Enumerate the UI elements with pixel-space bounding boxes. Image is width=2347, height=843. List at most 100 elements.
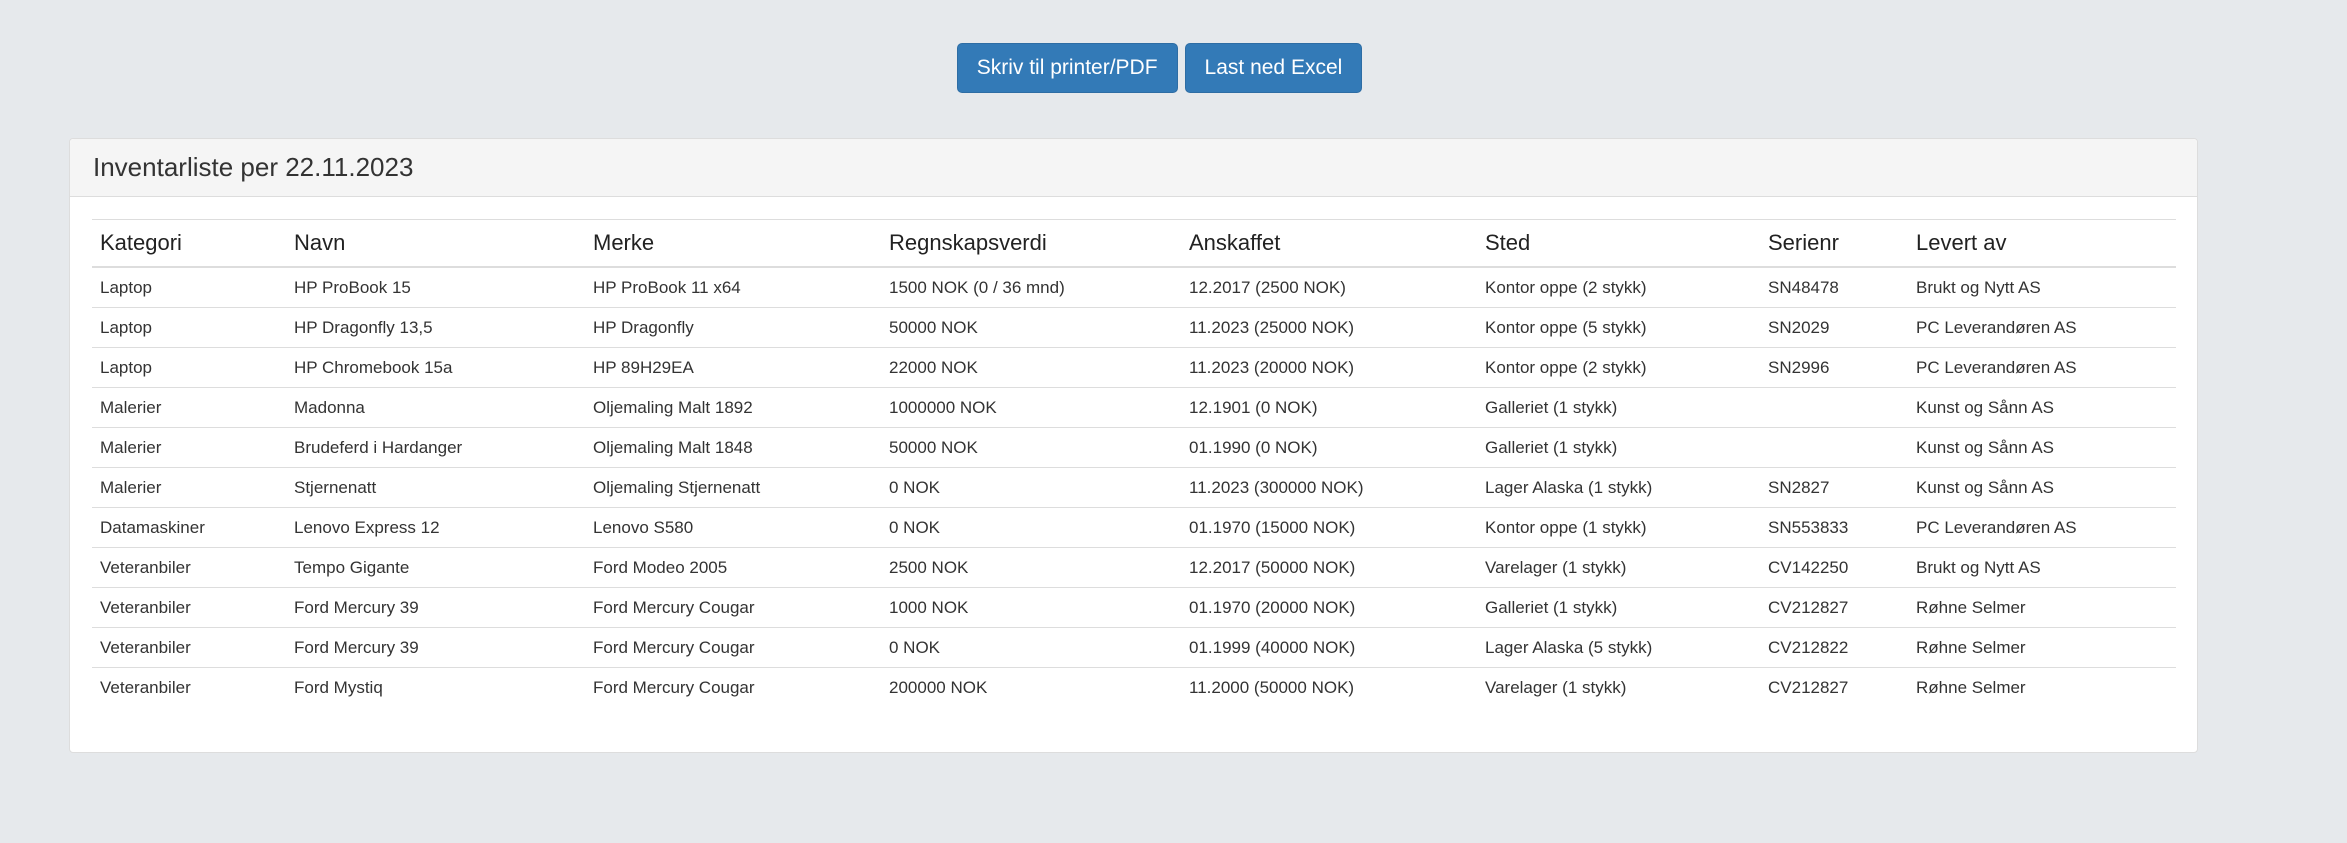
- cell-anskaffet: 01.1990 (0 NOK): [1181, 427, 1477, 468]
- cell-serienr: SN2029: [1760, 307, 1908, 348]
- print-pdf-button[interactable]: Skriv til printer/PDF: [956, 43, 1178, 93]
- cell-navn: Ford Mercury 39: [286, 587, 585, 628]
- cell-regnskapsverdi: 1000 NOK: [881, 587, 1181, 628]
- cell-regnskapsverdi: 0 NOK: [881, 507, 1181, 548]
- cell-navn: HP Chromebook 15a: [286, 347, 585, 388]
- cell-navn: Ford Mystiq: [286, 667, 585, 707]
- column-header-merke[interactable]: Merke: [585, 219, 881, 268]
- cell-levert-av: Kunst og Sånn AS: [1908, 427, 2176, 468]
- column-header-kategori[interactable]: Kategori: [92, 219, 286, 268]
- column-header-navn[interactable]: Navn: [286, 219, 585, 268]
- cell-kategori: Malerier: [92, 427, 286, 468]
- cell-levert-av: PC Leverandøren AS: [1908, 347, 2176, 388]
- cell-regnskapsverdi: 1500 NOK (0 / 36 mnd): [889, 277, 1065, 297]
- cell-merke: HP ProBook 11 x64: [593, 277, 741, 297]
- cell-kategori: Malerier: [92, 387, 286, 428]
- cell-merke: HP 89H29EA: [585, 347, 881, 388]
- table-row[interactable]: Veteranbiler Ford Mercury 39 Ford Mercur…: [92, 587, 2176, 628]
- column-header-regnskapsverdi[interactable]: Regnskapsverdi: [881, 219, 1181, 268]
- cell-anskaffet: 11.2023 (300000 NOK): [1181, 467, 1477, 508]
- download-excel-button[interactable]: Last ned Excel: [1184, 43, 1363, 93]
- cell-kategori: Datamaskiner: [92, 507, 286, 548]
- cell-serienr: CV212827: [1760, 667, 1908, 707]
- cell-merke: Ford Mercury Cougar: [585, 667, 881, 707]
- cell-regnskapsverdi: 1000000 NOK: [881, 387, 1181, 428]
- cell-kategori: Laptop: [92, 307, 286, 348]
- table-row[interactable]: Laptop HP ProBook 15 HP ProBook 11 x64 1…: [92, 267, 2176, 308]
- table-body: Laptop HP ProBook 15 HP ProBook 11 x64 1…: [92, 267, 2176, 707]
- cell-anskaffet: 11.2000 (50000 NOK): [1181, 667, 1477, 707]
- cell-kategori: Veteranbiler: [92, 667, 286, 707]
- table-row[interactable]: Laptop HP Dragonfly 13,5 HP Dragonfly 50…: [92, 307, 2176, 348]
- cell-serienr: CV212822: [1760, 627, 1908, 668]
- column-header-sted[interactable]: Sted: [1477, 219, 1760, 268]
- cell-sted: Kontor oppe (5 stykk): [1477, 307, 1760, 348]
- cell-regnskapsverdi: 200000 NOK: [881, 667, 1181, 707]
- table-row[interactable]: Datamaskiner Lenovo Express 12 Lenovo S5…: [92, 507, 2176, 548]
- table-row[interactable]: Laptop HP Chromebook 15a HP 89H29EA 2200…: [92, 347, 2176, 388]
- cell-kategori: Veteranbiler: [92, 547, 286, 588]
- cell-sted: Galleriet (1 stykk): [1477, 427, 1760, 468]
- cell-merke: HP Dragonfly: [585, 307, 881, 348]
- cell-sted: Lager Alaska (1 stykk): [1477, 467, 1760, 508]
- cell-anskaffet: 11.2023 (20000 NOK): [1181, 347, 1477, 388]
- panel-title: Inventarliste per 22.11.2023: [70, 139, 2197, 197]
- column-header-levert-av[interactable]: Levert av: [1908, 219, 2176, 268]
- cell-merke: Ford Mercury Cougar: [585, 587, 881, 628]
- cell-anskaffet: 01.1970 (15000 NOK): [1181, 507, 1477, 548]
- cell-levert-av: PC Leverandøren AS: [1908, 507, 2176, 548]
- cell-merke: Oljemaling Malt 1848: [585, 427, 881, 468]
- table-row[interactable]: Malerier Madonna Oljemaling Malt 1892 10…: [92, 387, 2176, 428]
- cell-kategori: Laptop: [92, 347, 286, 388]
- cell-kategori: Veteranbiler: [92, 627, 286, 668]
- cell-levert-av: Brukt og Nytt AS: [1916, 277, 2041, 297]
- cell-levert-av: Røhne Selmer: [1908, 667, 2176, 707]
- cell-levert-av: Røhne Selmer: [1908, 587, 2176, 628]
- table-row[interactable]: Veteranbiler Ford Mercury 39 Ford Mercur…: [92, 627, 2176, 668]
- inventory-panel: Inventarliste per 22.11.2023 Kategori Na…: [69, 138, 2198, 753]
- cell-serienr: SN553833: [1760, 507, 1908, 548]
- cell-kategori: Veteranbiler: [92, 587, 286, 628]
- table-row[interactable]: Veteranbiler Tempo Gigante Ford Modeo 20…: [92, 547, 2176, 588]
- cell-navn: HP ProBook 15: [294, 277, 411, 297]
- cell-sted: Galleriet (1 stykk): [1477, 587, 1760, 628]
- column-header-anskaffet[interactable]: Anskaffet: [1181, 219, 1477, 268]
- cell-sted: Varelager (1 stykk): [1477, 667, 1760, 707]
- cell-anskaffet: 12.1901 (0 NOK): [1181, 387, 1477, 428]
- table-row[interactable]: Veteranbiler Ford Mystiq Ford Mercury Co…: [92, 667, 2176, 707]
- cell-anskaffet: 12.2017 (50000 NOK): [1181, 547, 1477, 588]
- cell-anskaffet: 01.1999 (40000 NOK): [1181, 627, 1477, 668]
- table-row[interactable]: Malerier Brudeferd i Hardanger Oljemalin…: [92, 427, 2176, 468]
- cell-merke: Oljemaling Stjernenatt: [585, 467, 881, 508]
- cell-merke: Ford Mercury Cougar: [585, 627, 881, 668]
- cell-navn: Lenovo Express 12: [286, 507, 585, 548]
- cell-sted: Galleriet (1 stykk): [1477, 387, 1760, 428]
- cell-merke: Oljemaling Malt 1892: [585, 387, 881, 428]
- cell-serienr: SN2996: [1760, 347, 1908, 388]
- cell-levert-av: Røhne Selmer: [1908, 627, 2176, 668]
- cell-navn: Stjernenatt: [286, 467, 585, 508]
- table-row[interactable]: Malerier Stjernenatt Oljemaling Stjernen…: [92, 467, 2176, 508]
- cell-anskaffet: 01.1970 (20000 NOK): [1181, 587, 1477, 628]
- panel-body: Kategori Navn Merke Regnskapsverdi Anska…: [70, 197, 2197, 707]
- cell-serienr: SN2827: [1760, 467, 1908, 508]
- cell-merke: Lenovo S580: [585, 507, 881, 548]
- cell-anskaffet: 11.2023 (25000 NOK): [1181, 307, 1477, 348]
- cell-navn: Brudeferd i Hardanger: [286, 427, 585, 468]
- cell-serienr: CV212827: [1760, 587, 1908, 628]
- cell-levert-av: PC Leverandøren AS: [1908, 307, 2176, 348]
- cell-serienr: SN48478: [1768, 277, 1839, 297]
- cell-navn: Madonna: [286, 387, 585, 428]
- cell-regnskapsverdi: 50000 NOK: [881, 427, 1181, 468]
- cell-serienr: CV142250: [1760, 547, 1908, 588]
- cell-serienr: [1760, 427, 1908, 468]
- cell-serienr: [1760, 387, 1908, 428]
- cell-sted: Kontor oppe (2 stykk): [1485, 277, 1647, 297]
- cell-sted: Kontor oppe (2 stykk): [1477, 347, 1760, 388]
- cell-regnskapsverdi: 22000 NOK: [881, 347, 1181, 388]
- cell-regnskapsverdi: 0 NOK: [881, 467, 1181, 508]
- cell-regnskapsverdi: 2500 NOK: [881, 547, 1181, 588]
- column-header-serienr[interactable]: Serienr: [1760, 219, 1908, 268]
- cell-regnskapsverdi: 0 NOK: [881, 627, 1181, 668]
- cell-anskaffet: 12.2017 (2500 NOK): [1189, 277, 1346, 297]
